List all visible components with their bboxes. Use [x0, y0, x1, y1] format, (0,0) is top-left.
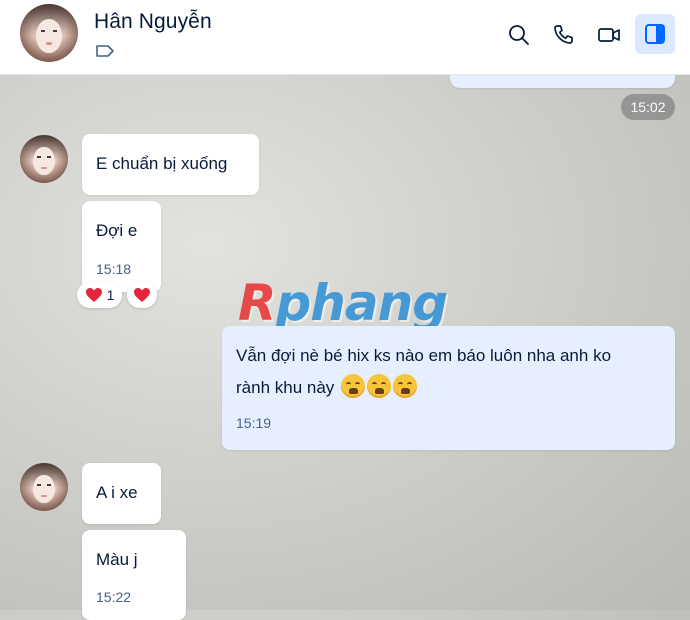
video-call-icon	[598, 28, 620, 42]
contact-avatar[interactable]	[20, 4, 78, 62]
message-text-line-2: rành khu này	[236, 374, 418, 398]
message-time: 15:22	[96, 589, 132, 605]
sent-message-bubble[interactable]: Vẫn đợi nè bé hix ks nào em báo luôn nha…	[222, 326, 675, 450]
conversation-info-button[interactable]	[635, 14, 675, 54]
message-text-line-1: Vẫn đợi nè bé hix ks nào em báo luôn nha…	[236, 346, 612, 365]
heart-icon	[85, 288, 102, 302]
time-separator: 15:02	[621, 94, 675, 120]
tag-icon[interactable]	[95, 43, 115, 59]
sidebar-toggle-icon	[645, 24, 665, 44]
reaction-summary[interactable]: 1	[77, 282, 122, 308]
message-text: Đợi e	[96, 221, 138, 240]
reaction-count: 1	[106, 287, 115, 303]
chat-header: Hân Nguyễn	[0, 0, 690, 75]
search-icon	[509, 25, 529, 45]
voice-call-button[interactable]	[547, 18, 581, 52]
contact-avatar[interactable]	[20, 463, 68, 511]
message-time: 15:19	[236, 415, 272, 431]
received-message-bubble[interactable]: Màu j 15:22	[82, 530, 186, 620]
video-call-button[interactable]	[592, 18, 626, 52]
heart-icon	[134, 288, 150, 302]
message-text: E chuẩn bị xuống	[96, 154, 228, 173]
search-button[interactable]	[502, 18, 536, 52]
contact-avatar[interactable]	[20, 135, 68, 183]
contact-name[interactable]: Hân Nguyễn	[94, 10, 212, 34]
phone-icon	[554, 25, 573, 44]
weary-face-emoji	[393, 374, 418, 398]
received-message-bubble[interactable]: Đợi e 15:18	[82, 201, 161, 292]
received-message-bubble[interactable]: E chuẩn bị xuống	[82, 134, 259, 195]
message-time: 15:18	[96, 261, 132, 277]
weary-face-emoji	[367, 374, 392, 398]
message-text: Màu j	[96, 550, 138, 569]
received-message-bubble[interactable]: A i xe	[82, 463, 161, 524]
watermark-logo: Rphang	[238, 274, 448, 332]
add-reaction-button[interactable]	[127, 282, 157, 308]
message-text: A i xe	[96, 483, 138, 502]
weary-face-emoji	[341, 374, 366, 398]
